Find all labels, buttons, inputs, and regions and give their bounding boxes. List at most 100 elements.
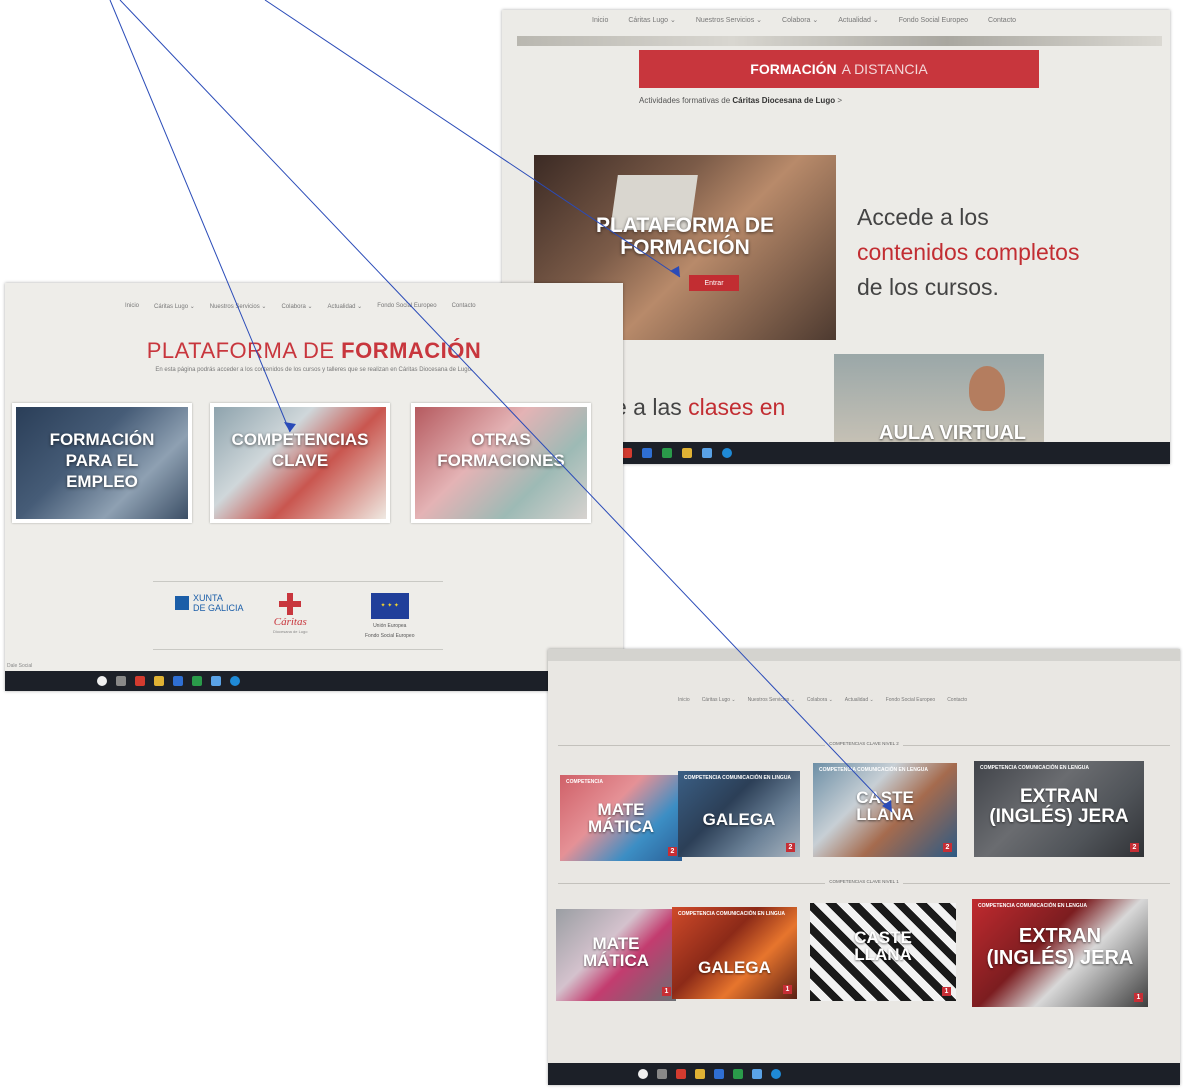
nav-item-contacto[interactable]: Contacto — [947, 697, 967, 703]
nav-item-inicio[interactable]: Inicio — [125, 303, 139, 310]
breadcrumb-link[interactable]: Cáritas Diocesana de Lugo — [732, 96, 835, 105]
nav-item-caritas-lugo[interactable]: Cáritas Lugo ⌄ — [628, 16, 676, 24]
access-line: de los cursos. — [857, 274, 999, 300]
course-card-galega-1[interactable]: COMPETENCIA COMUNICACIÓN EN LINGUA GALEG… — [672, 907, 797, 999]
header-image-strip — [517, 36, 1162, 46]
tile-title: OTRAS FORMACIONES — [415, 429, 587, 471]
app-icon[interactable] — [173, 676, 183, 686]
level-badge: 2 — [1130, 843, 1139, 852]
card-title-line: MATE — [592, 934, 640, 953]
banner-rest: A DISTANCIA — [841, 61, 928, 77]
card-title: CASTE LLANA — [813, 789, 957, 823]
card-tag: COMPETENCIA COMUNICACIÓN EN LENGUA — [819, 767, 928, 773]
level-badge: 2 — [786, 843, 795, 852]
xunta-text: XUNTA — [193, 593, 223, 603]
card-title: GALEGA — [672, 959, 797, 976]
app-icon[interactable] — [752, 1069, 762, 1079]
breadcrumb[interactable]: Actividades formativas de Cáritas Dioces… — [639, 96, 842, 105]
course-card-galega-2[interactable]: COMPETENCIA COMUNICACIÓN EN LINGUA GALEG… — [678, 771, 800, 857]
card-title: EXTRAN (INGLÉS) JERA — [972, 925, 1148, 969]
card-title-line: (INGLÉS) JERA — [989, 806, 1129, 827]
screenshot-plataforma-formacion: Inicio Cáritas Lugo ⌄ Nuestros Servicios… — [5, 283, 623, 691]
card-title: EXTRAN (INGLÉS) JERA — [974, 787, 1144, 827]
nav-item-servicios[interactable]: Nuestros Servicios ⌄ — [210, 303, 267, 310]
folder-icon[interactable] — [154, 676, 164, 686]
tile-line: FORMACIONES — [437, 451, 565, 470]
edge-icon[interactable] — [230, 676, 240, 686]
search-icon[interactable] — [97, 676, 107, 686]
xunta-logo: XUNTA DE GALICIA — [175, 593, 244, 613]
app-icon[interactable] — [622, 448, 632, 458]
card-title-line: MATE — [597, 800, 645, 819]
level-badge: 1 — [1134, 993, 1143, 1002]
nav-item-colabora[interactable]: Colabora ⌄ — [807, 697, 833, 703]
course-card-castellana-2[interactable]: COMPETENCIA COMUNICACIÓN EN LENGUA CASTE… — [813, 763, 957, 857]
app-icon[interactable] — [642, 448, 652, 458]
eu-flag-icon — [370, 593, 409, 619]
access-line: Accede a los — [857, 204, 989, 230]
card-title-line: CASTE — [856, 788, 914, 807]
nav-item-fondo-social[interactable]: Fondo Social Europeo — [377, 303, 436, 310]
tile-otras-formaciones[interactable]: OTRAS FORMACIONES — [411, 403, 591, 523]
folder-icon[interactable] — [682, 448, 692, 458]
nav-item-actualidad[interactable]: Actualidad ⌄ — [838, 16, 879, 24]
nav-item-actualidad[interactable]: Actualidad ⌄ — [328, 303, 363, 310]
nav-item-inicio[interactable]: Inicio — [592, 17, 608, 24]
level-badge: 1 — [662, 987, 671, 996]
search-icon[interactable] — [638, 1069, 648, 1079]
nav-item-contacto[interactable]: Contacto — [452, 303, 476, 310]
course-card-matematica-2[interactable]: COMPETENCIA MATE MÁTICA 2 — [560, 775, 682, 861]
app-icon[interactable] — [733, 1069, 743, 1079]
caritas-logo: Cáritas Diocesana de Lugo — [273, 593, 307, 637]
nav-item-inicio[interactable]: Inicio — [678, 697, 690, 703]
app-icon[interactable] — [211, 676, 221, 686]
edge-icon[interactable] — [722, 448, 732, 458]
course-card-castellana-1[interactable]: CASTE LLANA 1 — [810, 903, 956, 1001]
course-card-extranjera-2[interactable]: COMPETENCIA COMUNICACIÓN EN LENGUA EXTRA… — [974, 761, 1144, 857]
card-title-line: MÁTICA — [587, 817, 655, 836]
nav-item-fondo-social[interactable]: Fondo Social Europeo — [899, 17, 968, 24]
app-icon[interactable] — [192, 676, 202, 686]
nav-item-caritas-lugo[interactable]: Cáritas Lugo ⌄ — [702, 697, 736, 703]
section-heading-nivel-1: COMPETENCIAS CLAVE NIVEL 1 — [548, 879, 1180, 884]
card-tag: COMPETENCIA — [566, 779, 603, 785]
windows-taskbar — [5, 671, 623, 691]
divider — [153, 649, 443, 650]
page-title: PLATAFORMA DE FORMACIÓN — [5, 338, 623, 364]
course-card-matematica-1[interactable]: MATE MÁTICA 1 — [556, 909, 676, 1001]
main-nav: Inicio Cáritas Lugo ⌄ Nuestros Servicios… — [678, 697, 967, 703]
edge-icon[interactable] — [771, 1069, 781, 1079]
tile-title: COMPETENCIAS CLAVE — [214, 429, 386, 471]
course-card-extranjera-1[interactable]: COMPETENCIA COMUNICACIÓN EN LENGUA EXTRA… — [972, 899, 1148, 1007]
formacion-banner: FORMACIÓN A DISTANCIA — [639, 50, 1039, 88]
eu-subtext: Fondo Social Europeo — [365, 633, 415, 639]
task-view-icon[interactable] — [657, 1069, 667, 1079]
tile-line: CLAVE — [271, 451, 329, 470]
app-icon[interactable] — [714, 1069, 724, 1079]
tile-formacion-empleo[interactable]: FORMACIÓN PARA EL EMPLEO — [12, 403, 192, 523]
nav-item-servicios[interactable]: Nuestros Servicios ⌄ — [696, 16, 762, 24]
entrar-button[interactable]: Entrar — [689, 275, 739, 291]
xunta-text: DE GALICIA — [193, 603, 244, 613]
aula-virtual-card[interactable]: AULA VIRTUAL — [834, 354, 1044, 444]
app-icon[interactable] — [135, 676, 145, 686]
nav-item-caritas-lugo[interactable]: Cáritas Lugo ⌄ — [154, 303, 195, 310]
folder-icon[interactable] — [695, 1069, 705, 1079]
card-title-line: CASTE — [854, 928, 912, 947]
nav-item-colabora[interactable]: Colabora ⌄ — [782, 16, 818, 24]
card-title-line: MÁTICA — [582, 951, 650, 970]
card-tag: COMPETENCIA COMUNICACIÓN EN LINGUA — [684, 775, 792, 781]
app-icon[interactable] — [702, 448, 712, 458]
app-icon[interactable] — [662, 448, 672, 458]
nav-item-fondo-social[interactable]: Fondo Social Europeo — [886, 697, 935, 703]
nav-item-actualidad[interactable]: Actualidad ⌄ — [845, 697, 874, 703]
nav-item-colabora[interactable]: Colabora ⌄ — [281, 303, 312, 310]
browser-tabs[interactable] — [548, 649, 1180, 661]
app-icon[interactable] — [676, 1069, 686, 1079]
card-title-line: (INGLÉS) JERA — [986, 947, 1134, 969]
nav-item-contacto[interactable]: Contacto — [988, 17, 1016, 24]
teacher-image — [969, 366, 1005, 411]
tile-competencias-clave[interactable]: COMPETENCIAS CLAVE — [210, 403, 390, 523]
task-view-icon[interactable] — [116, 676, 126, 686]
nav-item-servicios[interactable]: Nuestros Servicios ⌄ — [748, 697, 795, 703]
